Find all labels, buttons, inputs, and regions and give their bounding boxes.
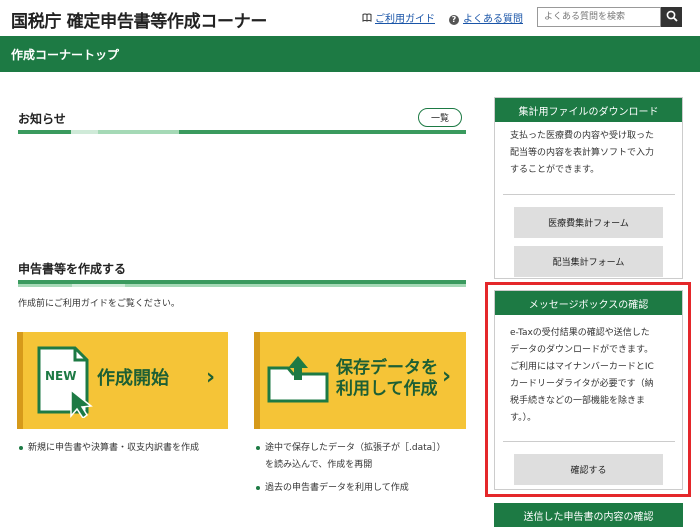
new-badge: NEW [45, 369, 76, 383]
saved-bullet-continuation: を読み込んで、作成を再開 [265, 460, 373, 470]
usage-guide-label: ご利用ガイド [375, 14, 435, 25]
start-new-label: 作成開始 [97, 368, 169, 389]
resume-saved-label-2: 利用して作成 [336, 379, 438, 399]
chevron-right-icon: › [206, 365, 216, 390]
book-icon [362, 13, 372, 25]
divider [503, 194, 675, 195]
medical-expense-form-button[interactable]: 医療費集計フォーム [514, 207, 663, 238]
resume-saved-tile[interactable]: 保存データを 利用して作成 › [254, 332, 466, 429]
saved-bullet: 途中で保存したデータ（拡張子が［.data］） [256, 440, 446, 457]
question-icon: ? [449, 15, 459, 25]
resume-saved-label-1: 保存データを [336, 358, 438, 378]
news-list-button[interactable]: 一覧 [418, 108, 462, 127]
create-bar-segment [125, 284, 466, 287]
chevron-right-icon: › [442, 364, 452, 389]
news-bar-segment [98, 130, 179, 134]
news-bar-segment [71, 130, 98, 134]
download-panel-title: 集計用ファイルのダウンロード [495, 98, 682, 122]
site-header: 国税庁 確定申告書等作成コーナー ご利用ガイド ? よくある質問 [0, 0, 700, 36]
faq-search-input[interactable] [537, 7, 661, 27]
sent-return-panel: 送信した申告書の内容の確認 [494, 503, 683, 527]
text-line: 配当等の内容を表計算ソフトで入力 [510, 148, 655, 158]
search-button[interactable] [661, 7, 682, 27]
text-line: することができます。 [510, 165, 600, 175]
download-panel-text: 支払った医療費の内容や受け取った 配当等の内容を表計算ソフトで入力 することがで… [495, 122, 682, 179]
create-bar-segment [18, 284, 72, 287]
page-title: 作成コーナートップ [11, 48, 120, 62]
create-bar-segment [72, 284, 125, 287]
news-heading: お知らせ [18, 112, 66, 126]
guide-note: 作成前にご利用ガイドをご覧ください。 [18, 299, 180, 309]
faq-link[interactable]: ? よくある質問 [449, 10, 523, 25]
create-heading: 申告書等を作成する [18, 262, 127, 276]
folder-upload-icon [266, 354, 330, 408]
news-bar-segment [18, 130, 71, 134]
faq-label: よくある質問 [463, 14, 523, 25]
dividend-form-button[interactable]: 配当集計フォーム [514, 246, 663, 277]
search-icon [666, 10, 678, 25]
saved-bullet: 過去の申告書データを利用して作成 [256, 480, 409, 497]
start-new-tile[interactable]: NEW 作成開始 › [17, 332, 228, 429]
new-document-icon: NEW [35, 346, 97, 422]
usage-guide-link[interactable]: ご利用ガイド [362, 10, 435, 25]
page-nav-bar: 作成コーナートップ [0, 36, 700, 72]
new-bullet: 新規に申告書や決算書・収支内訳書を作成 [18, 440, 199, 457]
download-panel: 集計用ファイルのダウンロード 支払った医療費の内容や受け取った 配当等の内容を表… [494, 97, 683, 279]
news-bar-segment [179, 130, 466, 134]
highlight-frame [485, 282, 691, 497]
site-title[interactable]: 国税庁 確定申告書等作成コーナー [11, 7, 267, 32]
text-line: 支払った医療費の内容や受け取った [510, 131, 655, 141]
sent-return-panel-title[interactable]: 送信した申告書の内容の確認 [494, 503, 683, 527]
